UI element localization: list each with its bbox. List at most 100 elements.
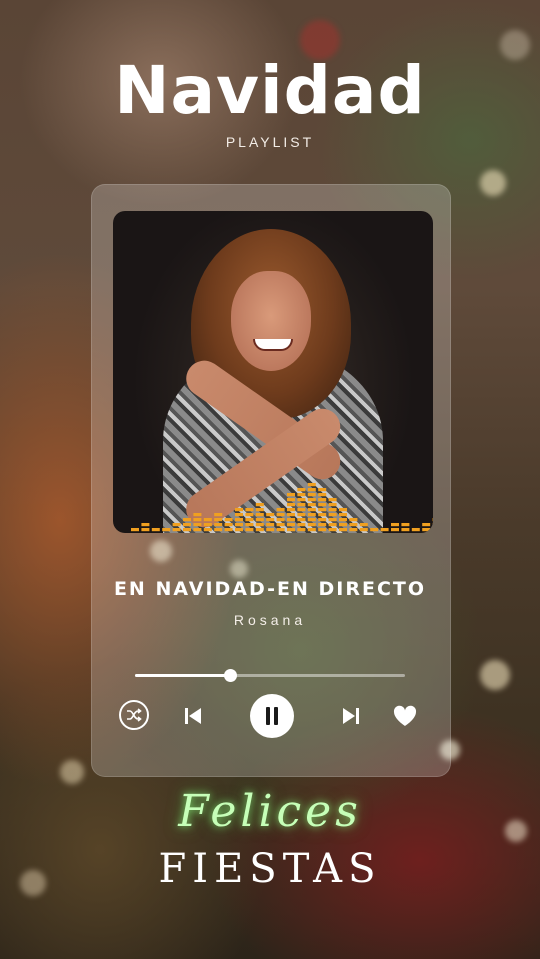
equalizer-block [193, 528, 202, 532]
bokeh-light [480, 660, 510, 690]
bokeh-light [60, 760, 84, 784]
page-subtitle: PLAYLIST [225, 134, 315, 150]
equalizer-block [162, 528, 171, 532]
equalizer-block [287, 523, 295, 527]
skip-next-icon [343, 708, 359, 724]
equalizer-block [245, 523, 254, 527]
equalizer-block [193, 518, 202, 522]
equalizer-block [193, 513, 202, 517]
equalizer-block [318, 528, 327, 532]
equalizer-block [401, 528, 410, 532]
equalizer-block [349, 528, 358, 532]
equalizer-block [359, 528, 368, 532]
equalizer-block [224, 523, 233, 527]
equalizer-block [328, 528, 337, 532]
equalizer-block [255, 503, 264, 507]
equalizer-block [339, 508, 347, 512]
artist-face [231, 271, 311, 371]
equalizer-block [276, 508, 285, 512]
equalizer-block [183, 518, 191, 522]
equalizer-block [214, 513, 223, 517]
progress-bar[interactable] [135, 669, 405, 682]
equalizer-block [307, 483, 316, 487]
equalizer-block [307, 513, 316, 517]
equalizer-block [245, 508, 254, 512]
progress-fill [135, 674, 230, 677]
equalizer-block [297, 493, 306, 497]
pause-icon [266, 707, 278, 725]
equalizer-block [276, 513, 285, 517]
equalizer-block [359, 523, 368, 527]
equalizer-block [307, 518, 316, 522]
heart-icon [393, 705, 417, 726]
equalizer-block [203, 518, 212, 522]
equalizer-block [245, 528, 254, 532]
equalizer-graphic [131, 483, 433, 532]
progress-handle[interactable] [223, 669, 237, 682]
equalizer-block [339, 528, 347, 532]
equalizer-block [297, 488, 306, 492]
equalizer-block [411, 528, 420, 532]
equalizer-block [235, 508, 243, 512]
equalizer-block [287, 503, 295, 507]
greeting-title: FIESTAS [158, 846, 382, 892]
like-button[interactable] [391, 702, 419, 730]
equalizer-block [193, 523, 202, 527]
equalizer-block [339, 513, 347, 517]
equalizer-block [235, 528, 243, 532]
page-title: Navidad [114, 52, 426, 129]
shuffle-button[interactable] [119, 700, 149, 730]
equalizer-block [297, 513, 306, 517]
equalizer-block [297, 523, 306, 527]
equalizer-block [318, 503, 327, 507]
equalizer-block [307, 493, 316, 497]
equalizer-block [318, 518, 327, 522]
artist-smile [253, 339, 293, 351]
equalizer-block [214, 518, 223, 522]
pause-button[interactable] [250, 694, 294, 738]
equalizer-block [370, 528, 379, 532]
shuffle-icon [127, 708, 142, 722]
equalizer-block [318, 493, 327, 497]
equalizer-block [183, 523, 191, 527]
skip-previous-icon [185, 708, 201, 724]
bokeh-light [480, 170, 506, 196]
equalizer-block [255, 523, 264, 527]
equalizer-block [380, 528, 389, 532]
equalizer-block [307, 488, 316, 492]
equalizer-block [297, 498, 306, 502]
equalizer-block [328, 508, 337, 512]
equalizer-block [328, 523, 337, 527]
equalizer-block [255, 518, 264, 522]
next-button[interactable] [338, 703, 364, 729]
equalizer-block [235, 518, 243, 522]
artist-name: Rosana [233, 612, 307, 628]
equalizer-block [297, 503, 306, 507]
equalizer-block [255, 528, 264, 532]
equalizer-block [235, 523, 243, 527]
previous-button[interactable] [180, 703, 206, 729]
equalizer-block [297, 518, 306, 522]
equalizer-block [141, 528, 150, 532]
equalizer-block [266, 518, 275, 522]
equalizer-block [307, 523, 316, 527]
equalizer-block [151, 528, 160, 532]
equalizer-block [141, 523, 150, 527]
equalizer-block [287, 498, 295, 502]
equalizer-block [214, 528, 223, 532]
equalizer-block [276, 523, 285, 527]
equalizer-block [307, 498, 316, 502]
equalizer-block [214, 523, 223, 527]
equalizer-block [287, 513, 295, 517]
equalizer-block [328, 503, 337, 507]
equalizer-block [255, 508, 264, 512]
equalizer-block [422, 523, 431, 527]
equalizer-block [276, 528, 285, 532]
equalizer-block [245, 518, 254, 522]
equalizer-block [328, 498, 337, 502]
equalizer-block [287, 518, 295, 522]
equalizer-block [318, 523, 327, 527]
equalizer-block [203, 528, 212, 532]
equalizer-block [255, 513, 264, 517]
equalizer-block [328, 518, 337, 522]
